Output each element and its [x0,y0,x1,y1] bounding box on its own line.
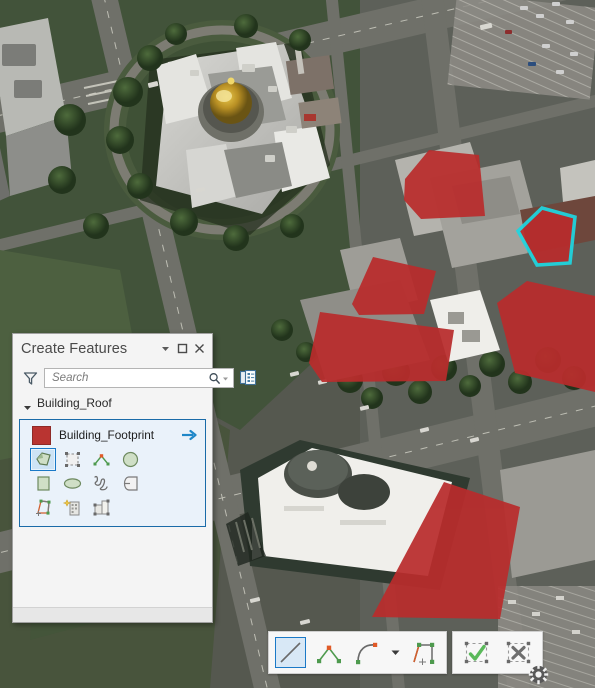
feature-template-card[interactable]: Building_Footprint [19,419,206,527]
vertex-segment-tool[interactable] [313,637,344,668]
template-name: Building_Footprint [59,428,155,442]
autocomplete-polygon-tool[interactable] [59,448,85,471]
grouped-list-icon[interactable] [239,369,257,386]
segment-tools-group [268,631,447,674]
auto-complete-trace-tool[interactable] [59,496,85,519]
circle-tool[interactable] [117,448,143,471]
building-footprint-tool[interactable] [88,496,114,519]
search-input[interactable] [52,372,208,384]
blue-arrow-right-icon[interactable] [181,428,197,442]
construction-tool-grid[interactable] [20,446,205,520]
gear-icon [528,664,549,685]
right-angle-polygon-tool[interactable] [88,448,114,471]
autocomplete-freehand-tool[interactable] [117,472,143,495]
template-color-swatch [32,425,51,445]
panel-status-bar [13,607,212,622]
settings-button[interactable] [528,664,549,685]
panel-empty-area [13,527,212,607]
page-title: Create Features [21,340,128,357]
chevron-down-icon [23,399,32,410]
caret-down-icon[interactable] [389,637,401,668]
caret-down-icon[interactable] [221,372,230,385]
freehand-tool[interactable] [88,472,114,495]
funnel-filter-icon[interactable] [23,371,38,386]
construction-toolbar[interactable] [268,631,543,674]
polygon-tool[interactable] [30,448,56,471]
finish-button[interactable] [461,637,492,668]
feature-template-header[interactable]: Building_Footprint [20,424,205,446]
arc-segment-tool[interactable] [351,637,382,668]
line-segment-tool[interactable] [275,637,306,668]
square-and-finish-tool [117,496,143,519]
panel-title-bar: Create Features [13,334,212,363]
rectangle-tool[interactable] [30,472,56,495]
create-features-panel[interactable]: Create Features Search Building_Roof Bui… [12,333,257,623]
group-header-building-roof[interactable]: Building_Roof [13,393,212,413]
app-root: Create Features Search Building_Roof Bui… [0,0,595,688]
right-angle-tool[interactable] [408,637,439,668]
ellipse-tool[interactable] [59,472,85,495]
panel-search-row [13,363,257,393]
trace-tool[interactable] [30,496,56,519]
restore-window-icon[interactable] [174,340,191,357]
close-icon[interactable] [191,340,208,357]
group-label: Building_Roof [37,396,112,410]
search-box[interactable] [44,368,234,388]
magnifier-icon [208,372,221,385]
chevron-down-icon[interactable] [157,340,174,357]
